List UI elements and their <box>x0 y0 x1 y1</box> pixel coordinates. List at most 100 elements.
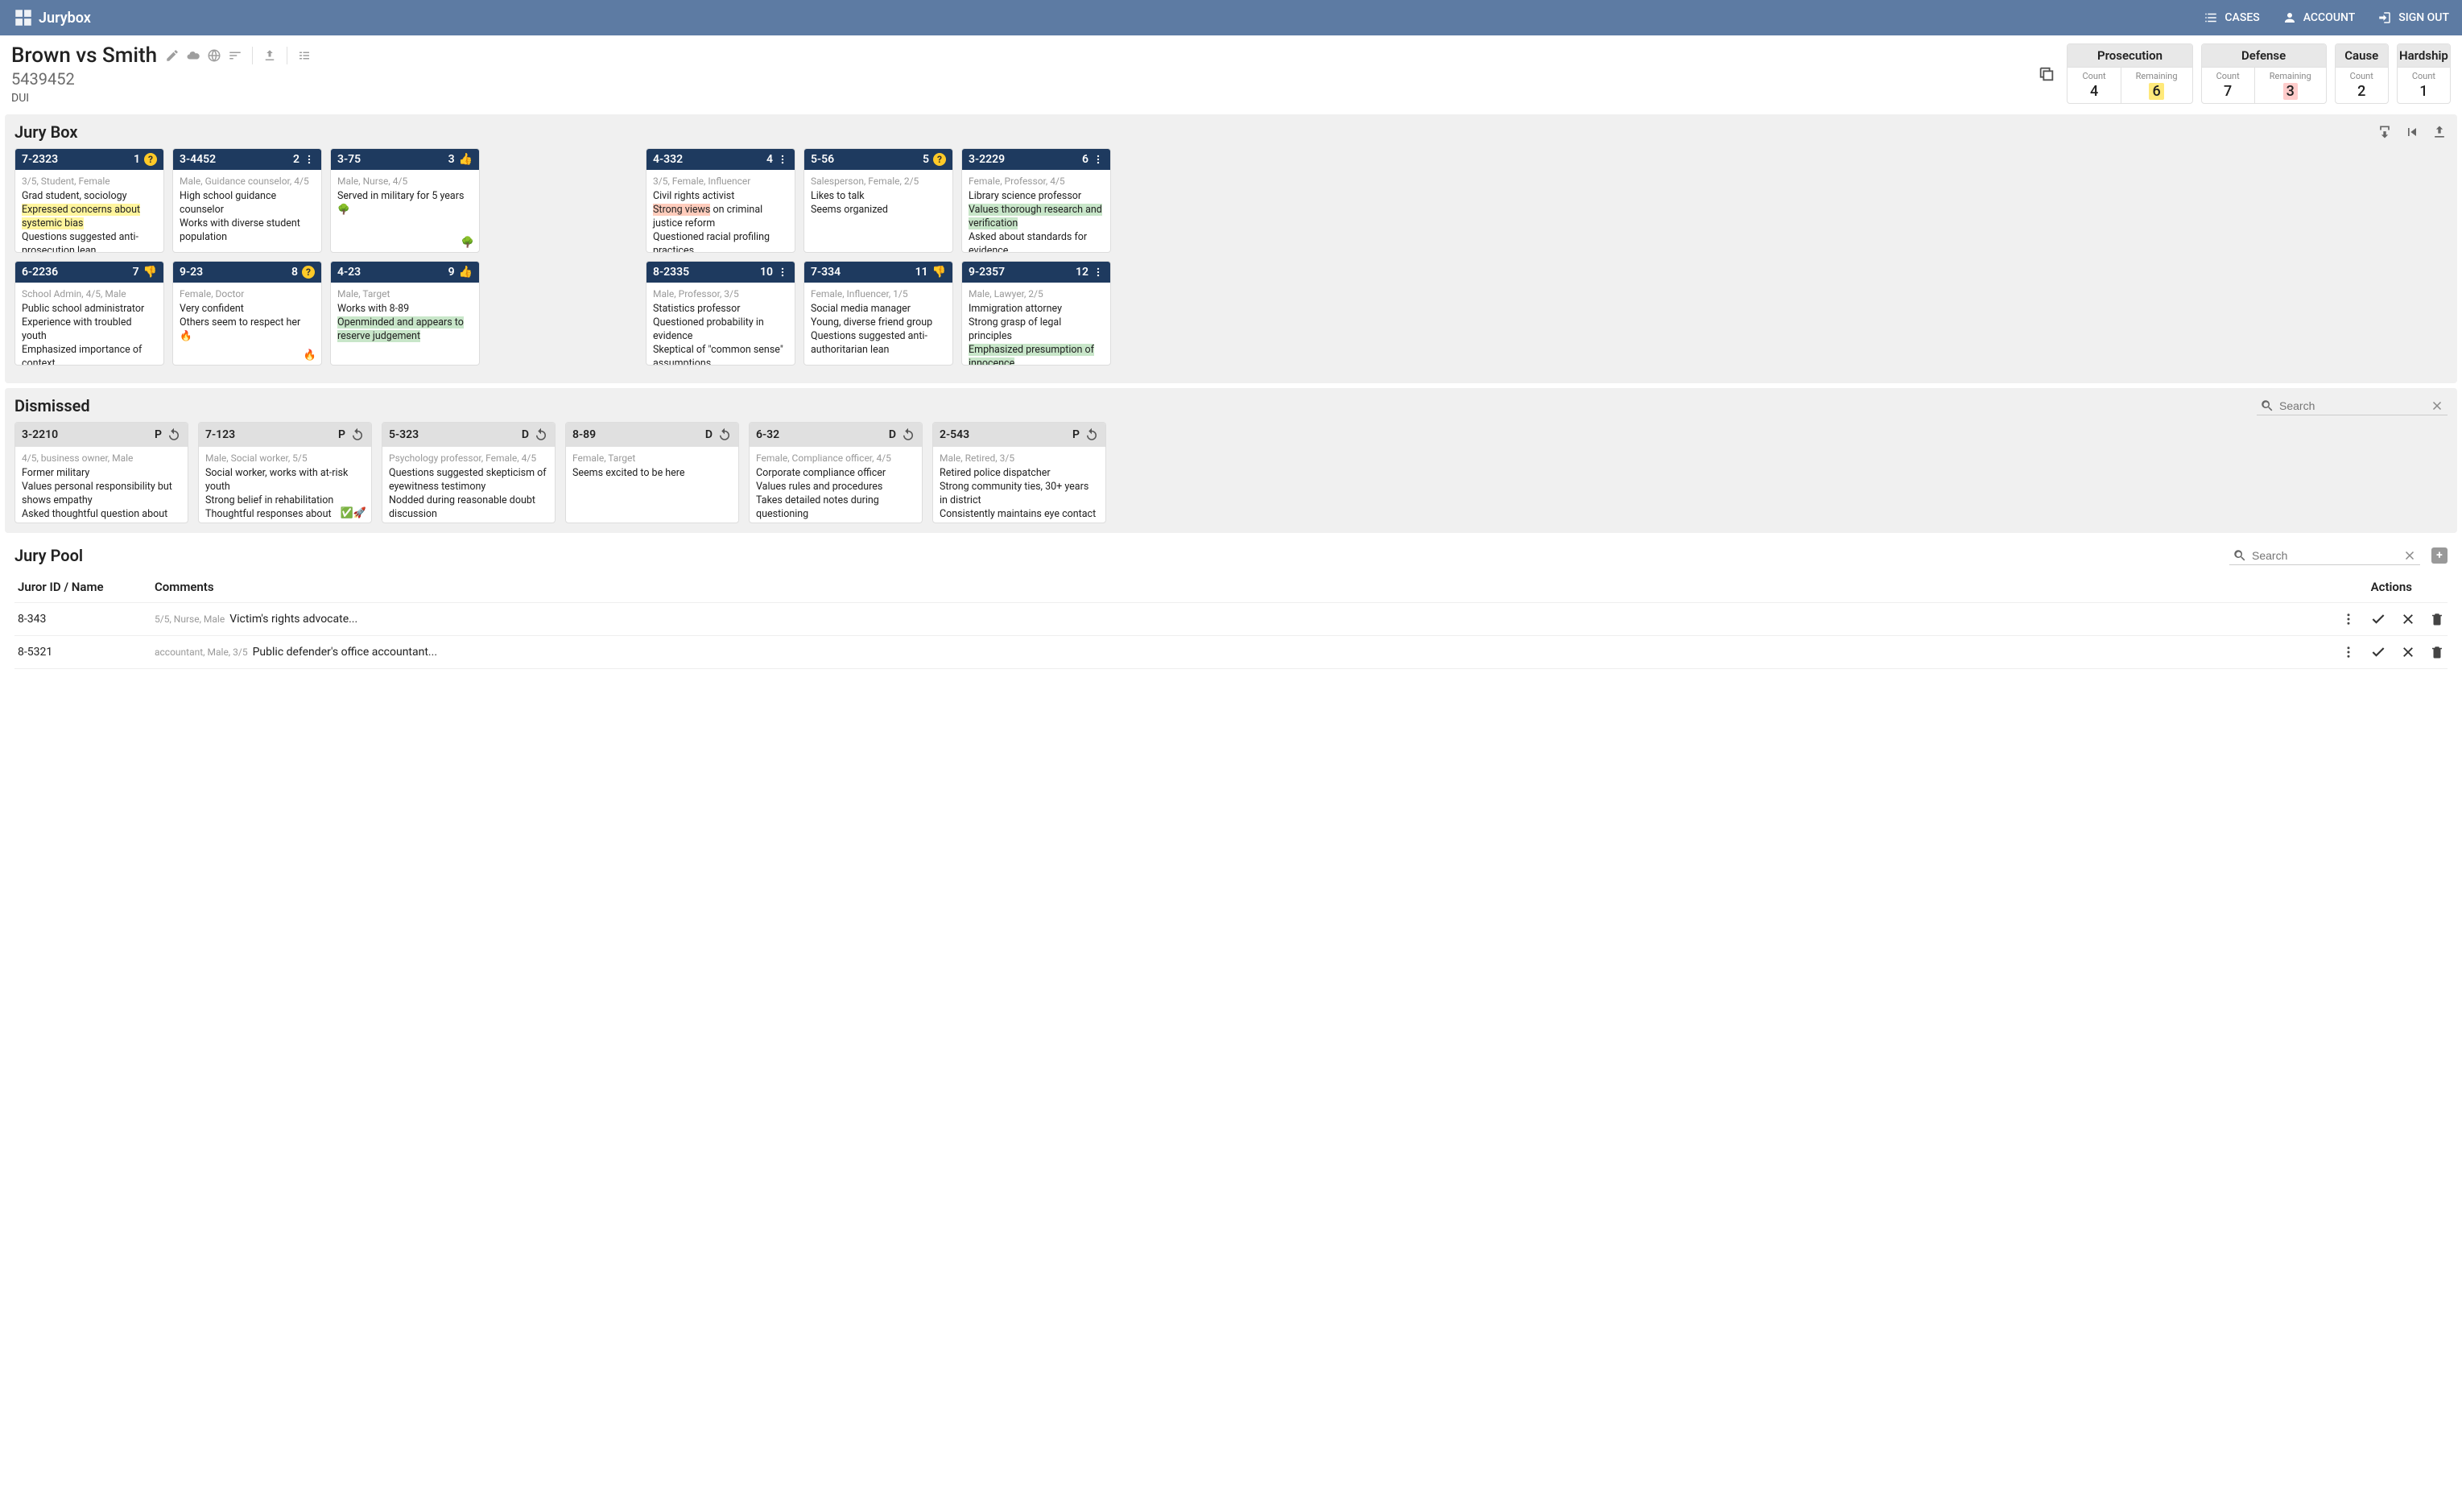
clear-icon[interactable] <box>2430 399 2444 413</box>
close-icon[interactable] <box>2401 612 2415 626</box>
juror-id: 4-332 <box>653 153 683 166</box>
juror-id: 3-75 <box>337 153 361 166</box>
juror-card[interactable]: 3-22296Female, Professor, 4/5Library sci… <box>961 148 1111 253</box>
card-body: Male, TargetWorks with 8-89Openminded an… <box>331 283 479 349</box>
dismissed-card[interactable]: 7-123PMale, Social worker, 5/5Social wor… <box>198 422 372 523</box>
note-line: Public school administrator <box>22 303 157 316</box>
counter-value: 7 <box>2216 83 2240 100</box>
juror-id: 6-32 <box>756 428 779 441</box>
thumbs-up-icon: 👍 <box>459 266 473 278</box>
juror-meta: Female, Professor, 4/5 <box>969 175 1104 188</box>
dismissed-card[interactable]: 5-323DPsychology professor, Female, 4/5Q… <box>382 422 556 523</box>
juror-card[interactable]: 6-22367👎School Admin, 4/5, MalePublic sc… <box>14 261 164 366</box>
pool-search[interactable] <box>2229 547 2420 565</box>
juror-meta: Psychology professor, Female, 4/5 <box>389 452 548 465</box>
clear-icon[interactable] <box>2402 548 2417 563</box>
juror-card[interactable]: 5-565?Salesperson, Female, 2/5Likes to t… <box>803 148 953 253</box>
cloud-icon[interactable] <box>186 48 200 63</box>
close-icon[interactable] <box>2401 645 2415 659</box>
pool-row: 8-5321accountant, Male, 3/5Public defend… <box>14 636 2448 669</box>
card-body: School Admin, 4/5, Male Public school adm… <box>15 283 163 366</box>
dismissed-card[interactable]: 8-89DFemale, TargetSeems excited to be h… <box>565 422 739 523</box>
juror-meta: School Admin, 4/5, Male <box>22 287 157 300</box>
more-icon[interactable] <box>1093 154 1104 165</box>
globe-icon[interactable] <box>207 48 221 63</box>
dismissed-card[interactable]: 2-543PMale, Retired, 3/5Retired police d… <box>932 422 1106 523</box>
note-line: Statistics professor <box>653 303 788 316</box>
undo-icon[interactable] <box>534 428 548 442</box>
card-header: 3-753👍 <box>331 149 479 170</box>
juror-card[interactable]: 4-33243/5, Female, InfluencerCivil right… <box>646 148 795 253</box>
note-line: Served in military for 5 years <box>337 190 473 204</box>
undo-icon[interactable] <box>167 428 181 442</box>
skip-left-icon[interactable] <box>2404 124 2420 140</box>
edit-icon[interactable] <box>165 48 180 63</box>
dismissed-search[interactable] <box>2257 397 2448 415</box>
note-line: Young, diverse friend group <box>811 316 946 330</box>
counter-title: Hardship <box>2398 44 2450 68</box>
upload-icon[interactable] <box>262 48 277 63</box>
note-line: Questions suggested skepticism of eyewit… <box>389 467 548 494</box>
juror-id: 7-334 <box>811 266 841 279</box>
check-icon[interactable] <box>2370 644 2386 660</box>
pool-search-input[interactable] <box>2252 549 2398 562</box>
more-icon[interactable] <box>2341 612 2356 626</box>
more-icon[interactable] <box>304 154 315 165</box>
more-icon[interactable] <box>2341 645 2356 659</box>
note-line: Asked thoughtful question about burden o… <box>22 508 181 523</box>
more-icon[interactable] <box>777 266 788 278</box>
nav-signout[interactable]: SIGN OUT <box>2377 10 2449 25</box>
juror-meta: Male, Professor, 3/5 <box>653 287 788 300</box>
juror-card[interactable]: 3-44522Male, Guidance counselor, 4/5High… <box>172 148 322 253</box>
col-id-header: Juror ID / Name <box>18 580 155 594</box>
add-juror-button[interactable]: + <box>2431 547 2448 564</box>
more-icon[interactable] <box>777 154 788 165</box>
note-line: Others seem to respect her 🔥 <box>180 316 315 344</box>
dismissed-title: Dismissed <box>14 396 90 415</box>
juror-card[interactable]: 9-235712Male, Lawyer, 2/5Immigration att… <box>961 261 1111 366</box>
seat-number: 9 <box>448 266 455 279</box>
check-icon[interactable] <box>2370 611 2386 627</box>
card-body: Male, Nurse, 4/5Served in military for 5… <box>331 170 479 222</box>
sort-icon[interactable] <box>228 48 242 63</box>
dismissed-search-input[interactable] <box>2279 399 2425 412</box>
undo-icon[interactable] <box>901 428 915 442</box>
dismissed-by: D <box>705 428 713 441</box>
card-header: 7-23231? <box>15 149 163 170</box>
juror-card[interactable]: 8-233510Male, Professor, 3/5Statistics p… <box>646 261 795 366</box>
juror-meta: Female, Doctor <box>180 287 315 300</box>
juror-card[interactable]: 9-238?Female, DoctorVery confidentOthers… <box>172 261 322 366</box>
juror-card[interactable]: 3-753👍Male, Nurse, 4/5Served in military… <box>330 148 480 253</box>
counter-label: Count <box>2082 71 2105 81</box>
counter-cell: Count2 <box>2336 68 2388 103</box>
upload-all-icon[interactable] <box>2431 124 2448 140</box>
list-small-icon[interactable] <box>297 48 312 63</box>
nav-cases[interactable]: CASES <box>2204 10 2259 25</box>
copy-icon[interactable] <box>2038 65 2055 83</box>
dismissed-by: P <box>1072 428 1080 441</box>
juror-card[interactable]: 7-33411👎Female, Influencer, 1/5Social me… <box>803 261 953 366</box>
trash-icon[interactable] <box>2430 612 2444 626</box>
app-logo[interactable]: Jurybox <box>13 7 91 28</box>
download-icon[interactable] <box>2377 124 2393 140</box>
trash-icon[interactable] <box>2430 645 2444 659</box>
question-badge-icon: ? <box>144 153 157 166</box>
more-icon[interactable] <box>1093 266 1104 278</box>
undo-icon[interactable] <box>1084 428 1099 442</box>
nav-account[interactable]: ACCOUNT <box>2282 10 2356 25</box>
list-icon <box>2204 10 2218 25</box>
dismissed-by: P <box>338 428 345 441</box>
card-header: 5-565? <box>804 149 952 170</box>
card-body: Female, DoctorVery confidentOthers seem … <box>173 283 321 349</box>
seat-number: 6 <box>1082 153 1088 166</box>
card-body: Male, Lawyer, 2/5Immigration attorneyStr… <box>962 283 1110 366</box>
card-emoji: ✅🚀 <box>341 507 366 519</box>
dismissed-card[interactable]: 6-32DFemale, Compliance officer, 4/5Corp… <box>749 422 923 523</box>
dismissed-card[interactable]: 3-2210P4/5, business owner, MaleFormer m… <box>14 422 188 523</box>
juror-card[interactable]: 7-23231?3/5, Student, FemaleGrad student… <box>14 148 164 253</box>
juror-card[interactable]: 4-239👍Male, TargetWorks with 8-89Openmin… <box>330 261 480 366</box>
note-line: Asked about standards for evidence <box>969 231 1104 253</box>
undo-icon[interactable] <box>717 428 732 442</box>
note-line: Immigration attorney <box>969 303 1104 316</box>
undo-icon[interactable] <box>350 428 365 442</box>
